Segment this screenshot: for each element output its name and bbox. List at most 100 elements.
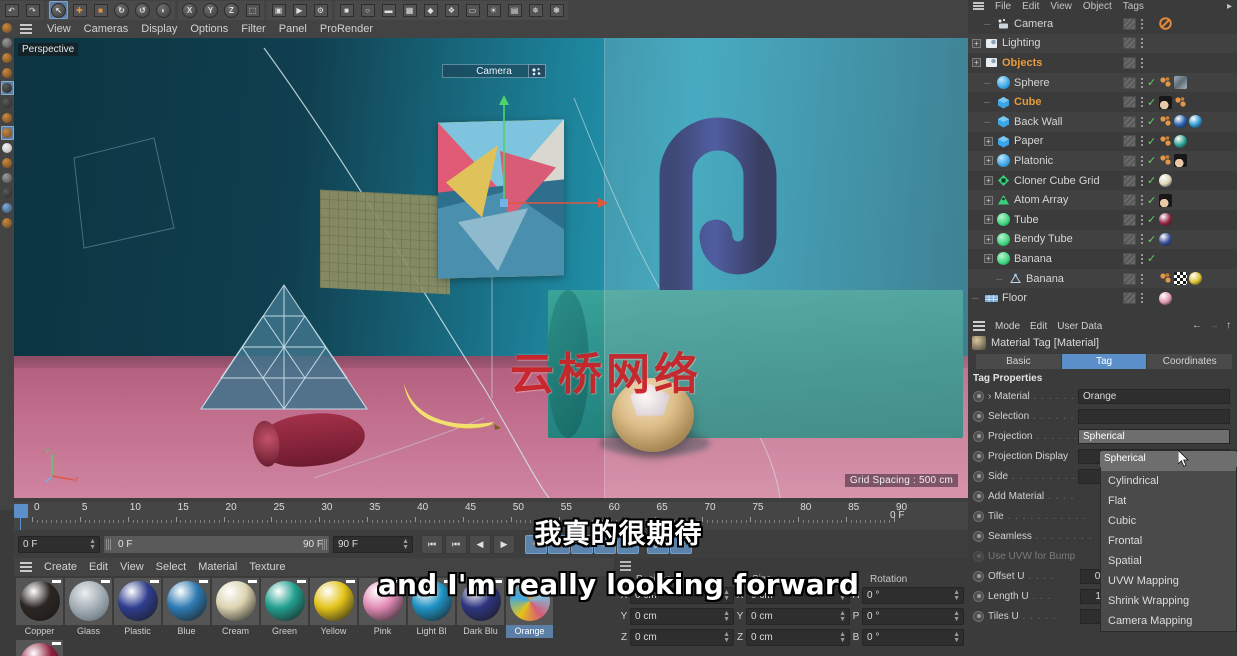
nav-forward-icon[interactable]: → (1209, 320, 1219, 331)
array-tool-icon[interactable] (0, 126, 14, 140)
object-visibility-dots-icon[interactable] (1139, 38, 1144, 49)
x-axis-icon[interactable]: X (180, 1, 199, 19)
object-enabled-check-icon[interactable]: ✓ (1147, 174, 1156, 187)
object-enabled-check-icon[interactable]: ✓ (1147, 252, 1156, 265)
attribute-bullet-icon[interactable] (973, 470, 984, 482)
texture-tool-icon[interactable] (1, 201, 14, 215)
object-enabled-check-icon[interactable]: ✓ (1147, 194, 1156, 207)
material-tag-yellow[interactable] (1189, 272, 1202, 286)
coord-field-rotation[interactable]: 0 ° ▲ ▼ (862, 629, 964, 646)
object-menu-icon[interactable] (973, 2, 984, 10)
coord-spinner[interactable]: ▲ ▼ (723, 610, 730, 623)
camera-icon[interactable]: ▭ (463, 1, 482, 19)
object-row[interactable]: ─ Sphere ✓ (968, 72, 1237, 93)
viewport-menu-icon[interactable] (20, 24, 32, 34)
attribute-value-field[interactable] (1078, 408, 1230, 424)
move-tool-icon[interactable] (1, 36, 14, 50)
attribute-bullet-icon[interactable] (973, 550, 984, 562)
object-enabled-check-icon[interactable]: ✓ (1147, 213, 1156, 226)
attribute-menu-user-data[interactable]: User Data (1057, 321, 1102, 332)
select-cursor-icon[interactable]: ↖ (49, 1, 68, 19)
object-row[interactable]: ─ Cube ✓ (968, 92, 1237, 112)
coord-field-position[interactable]: 0 cm ▲ ▼ (630, 629, 734, 646)
no-entry-tag[interactable] (1159, 17, 1172, 31)
object-enabled-check-icon[interactable]: ✓ (1147, 76, 1156, 89)
viewport-menu-options[interactable]: Options (190, 23, 228, 35)
checker-tag[interactable] (1174, 272, 1187, 286)
object-layer-swatch[interactable] (1123, 37, 1136, 50)
nurbs-tool-icon[interactable] (1, 111, 14, 125)
coord-field-size[interactable]: 0 cm ▲ ▼ (746, 629, 850, 646)
object-menu-object[interactable]: Object (1083, 1, 1112, 12)
object-row[interactable]: + Lighting (968, 33, 1237, 54)
nav-back-icon[interactable]: ← (1192, 320, 1202, 331)
object-layer-swatch[interactable] (1123, 135, 1136, 148)
undo-icon[interactable]: ↶ (2, 1, 21, 19)
attribute-menu-icon[interactable] (973, 321, 985, 331)
texture-tag[interactable] (1159, 95, 1172, 109)
nav-up-icon[interactable]: ↑ (1226, 320, 1231, 331)
move-icon[interactable]: ✚ (70, 1, 89, 19)
object-visibility-dots-icon[interactable] (1139, 57, 1144, 68)
material-chain-tag[interactable] (1159, 76, 1172, 89)
object-row[interactable]: + Platonic ✓ (968, 151, 1237, 171)
object-layer-swatch[interactable] (1123, 272, 1136, 285)
object-layer-swatch[interactable] (1123, 194, 1136, 207)
object-layer-swatch[interactable] (1123, 56, 1136, 69)
projection-selected-value[interactable]: Spherical (1100, 452, 1237, 467)
object-menu-overflow-icon[interactable]: ▸ (1227, 1, 1232, 12)
spline-tool-icon[interactable] (1, 96, 14, 110)
object-layer-swatch[interactable] (1123, 76, 1136, 89)
deformer-icon[interactable]: ◆ (421, 1, 440, 19)
object-enabled-check-icon[interactable]: ✓ (1147, 154, 1156, 167)
camera-tool-icon[interactable] (1, 171, 14, 185)
object-layer-swatch[interactable] (1123, 115, 1136, 128)
expand-toggle-icon[interactable]: + (984, 215, 993, 225)
deformer-tool-icon[interactable] (1, 141, 14, 155)
object-row[interactable]: ─ Camera (968, 14, 1237, 34)
scale-icon[interactable]: ■ (91, 1, 110, 19)
coord-spinner[interactable]: ▲ ▼ (839, 610, 846, 623)
render-settings-icon[interactable]: ⚙ (311, 1, 330, 19)
array-icon[interactable]: ▦ (400, 1, 419, 19)
object-row[interactable]: + Banana ✓ (968, 249, 1237, 269)
material-tag-pink[interactable] (1159, 291, 1172, 305)
render-view-icon[interactable]: ▣ (269, 1, 288, 19)
expand-toggle-icon[interactable]: + (984, 176, 993, 186)
coord-spinner[interactable]: ▲ ▼ (839, 631, 846, 644)
mograph-icon[interactable]: ❖ (442, 1, 461, 19)
attribute-tab-basic[interactable]: Basic (976, 354, 1061, 369)
expand-toggle-icon[interactable]: + (972, 58, 981, 68)
viewport-menu-filter[interactable]: Filter (241, 23, 265, 35)
light-icon[interactable]: ☀ (484, 1, 503, 19)
expand-toggle-icon[interactable]: + (984, 156, 993, 166)
projection-option[interactable]: Flat (1101, 491, 1236, 511)
viewport-menu-prorender[interactable]: ProRender (320, 23, 373, 35)
material-tag-maroon[interactable] (1159, 213, 1172, 227)
expand-toggle-icon[interactable]: + (972, 38, 981, 48)
attribute-bullet-icon[interactable] (973, 610, 984, 622)
viewport-menu-view[interactable]: View (47, 23, 71, 35)
attribute-value-field[interactable]: Spherical (1078, 428, 1230, 444)
projection-option[interactable]: Camera Mapping (1101, 611, 1236, 631)
attribute-bullet-icon[interactable] (973, 490, 984, 502)
object-visibility-dots-icon[interactable] (1139, 136, 1144, 147)
object-enabled-check-icon[interactable]: ✓ (1147, 96, 1156, 109)
projection-option[interactable]: Cylindrical (1101, 471, 1236, 491)
material-tag-blue[interactable] (1174, 115, 1187, 129)
object-enabled-check-icon[interactable]: ✓ (1147, 233, 1156, 246)
attribute-value-field[interactable]: Orange (1078, 388, 1230, 404)
attribute-menu-edit[interactable]: Edit (1030, 321, 1047, 332)
object-row[interactable]: + Tube ✓ (968, 210, 1237, 230)
object-row[interactable]: + Paper ✓ (968, 132, 1237, 152)
object-menu-edit[interactable]: Edit (1022, 1, 1039, 12)
object-visibility-dots-icon[interactable] (1139, 214, 1144, 225)
rotate-tool-icon[interactable] (1, 66, 14, 80)
coord-spinner[interactable]: ▲ ▼ (723, 631, 730, 644)
object-row[interactable]: + Objects (968, 53, 1237, 73)
move-gizmo[interactable] (482, 93, 612, 218)
attribute-bullet-icon[interactable] (973, 430, 984, 442)
texture-tag[interactable] (1174, 76, 1187, 90)
object-layer-swatch[interactable] (1123, 252, 1136, 265)
object-visibility-dots-icon[interactable] (1139, 77, 1144, 88)
